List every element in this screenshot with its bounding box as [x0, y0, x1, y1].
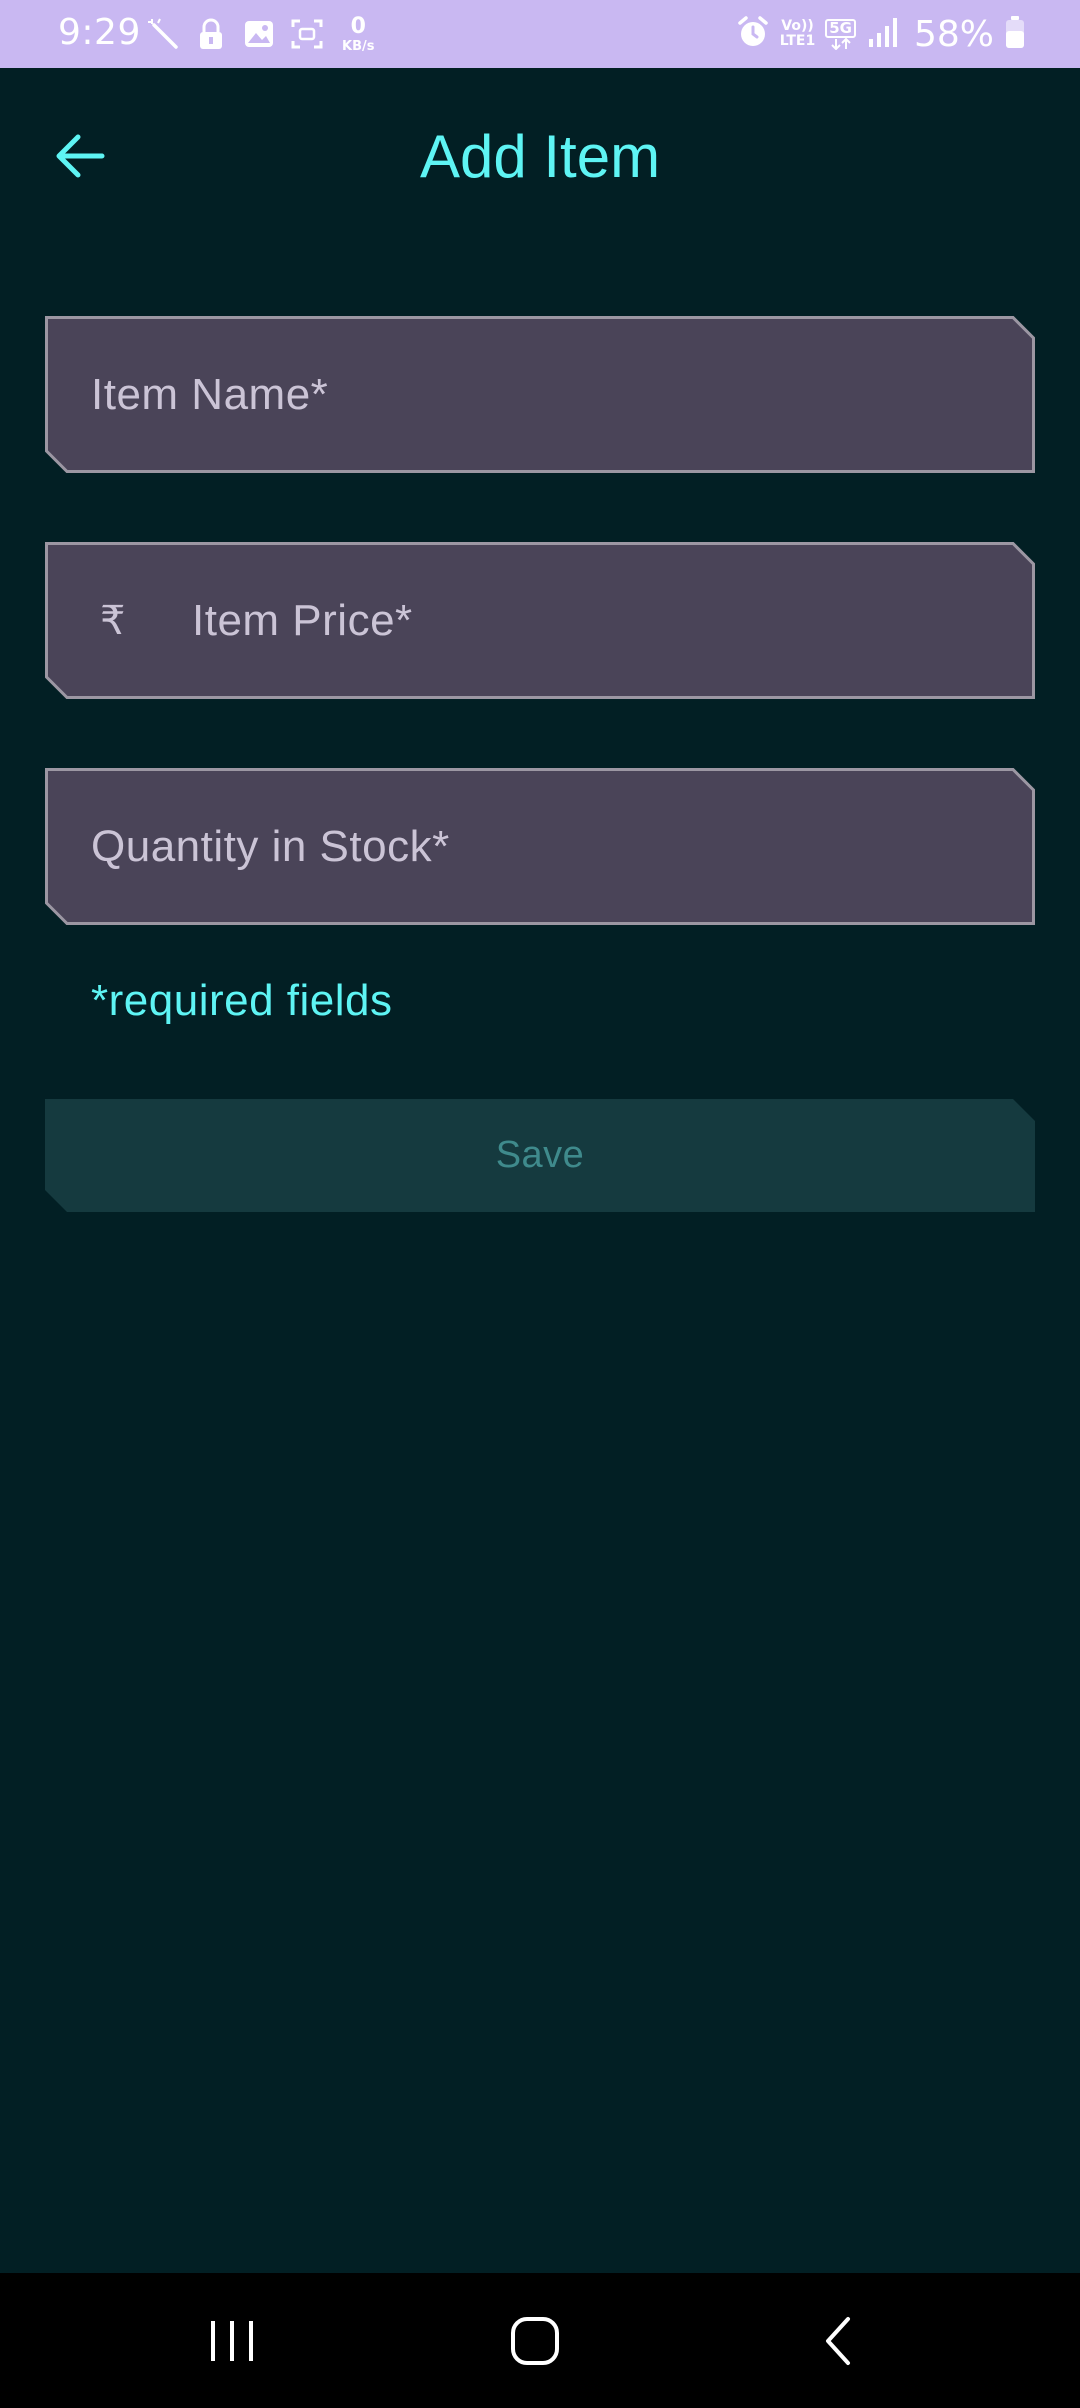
- network-type-indicator: 5G: [825, 18, 856, 50]
- system-nav-bar: [0, 2273, 1080, 2408]
- screenshot-icon: [290, 17, 324, 51]
- item-price-input[interactable]: [45, 542, 1035, 699]
- required-fields-note: *required fields: [91, 976, 393, 1025]
- data-speed-value: 0: [350, 13, 366, 39]
- gallery-icon: [242, 17, 276, 51]
- lock-icon: [194, 17, 228, 51]
- home-button[interactable]: [480, 2298, 590, 2388]
- recent-apps-button[interactable]: [177, 2298, 287, 2388]
- lte-label: LTE1: [779, 33, 816, 49]
- status-notification-icons: 0 KB/s: [146, 14, 374, 54]
- status-system-icons: Vo)) LTE1 5G 58%: [736, 12, 1026, 56]
- item-name-input[interactable]: [45, 316, 1035, 473]
- network-type-label: 5G: [825, 18, 856, 38]
- magic-wand-icon: [146, 17, 180, 51]
- volte-label: Vo)): [781, 18, 814, 35]
- page-title: Add Item: [419, 123, 661, 190]
- signal-icon: [866, 15, 900, 53]
- status-bar: 9:29 0 KB/s Vo)) LTE1 5G 58%: [0, 0, 1080, 68]
- system-back-button[interactable]: [783, 2298, 893, 2388]
- save-button[interactable]: Save: [45, 1099, 1035, 1212]
- save-button-label: Save: [495, 1134, 585, 1176]
- back-icon: [820, 2315, 856, 2372]
- item-name-field[interactable]: [45, 316, 1035, 473]
- item-price-field[interactable]: ₹: [45, 542, 1035, 699]
- recent-apps-icon: [207, 2317, 257, 2370]
- data-speed-unit: KB/s: [342, 38, 375, 54]
- battery-icon: [1004, 14, 1026, 54]
- battery-percent: 58%: [913, 13, 994, 55]
- alarm-icon: [736, 15, 770, 53]
- home-icon: [509, 2315, 561, 2372]
- quantity-field[interactable]: [45, 768, 1035, 925]
- quantity-input[interactable]: [45, 768, 1035, 925]
- volte-indicator: Vo)) LTE1: [780, 19, 815, 48]
- data-speed-indicator: 0 KB/s: [342, 13, 375, 54]
- status-time: 9:29: [58, 12, 141, 53]
